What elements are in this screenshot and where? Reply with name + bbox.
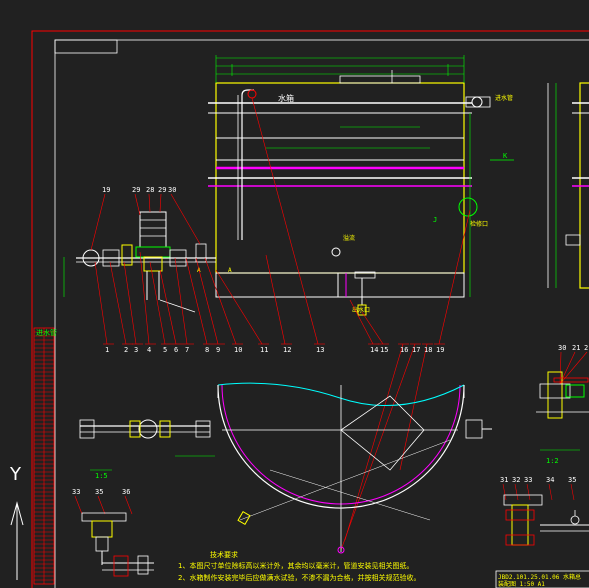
part-number-3: 3 bbox=[134, 346, 138, 354]
detail-bottom-right-label-0: 31 bbox=[500, 476, 508, 484]
detail-bottom-left: 1:5 bbox=[81, 469, 154, 577]
part-number-8: 8 bbox=[205, 346, 209, 354]
detail-right-label-0: 30 bbox=[558, 344, 566, 352]
part-number-2: 2 bbox=[124, 346, 128, 354]
detail-right-label-1: 21 bbox=[572, 344, 580, 352]
top-part-number-0: 19 bbox=[102, 186, 110, 194]
part-number-4: 4 bbox=[147, 346, 151, 354]
part-number-5: 5 bbox=[163, 346, 167, 354]
title-block-line-1: JBD2.101.25.01.06 水箱总 bbox=[498, 573, 581, 581]
top-part-number-1: 29 bbox=[132, 186, 140, 194]
part-number-7: 7 bbox=[185, 346, 189, 354]
title-block: JBD2.101.25.01.06 水箱总 装配图 1:50 A1 bbox=[495, 570, 589, 588]
detail-mark: J bbox=[433, 216, 437, 224]
svg-text:1:5: 1:5 bbox=[95, 472, 108, 480]
pump-assembly: A A bbox=[76, 211, 232, 313]
part-number-9: 9 bbox=[216, 346, 220, 354]
part-number-17: 17 bbox=[412, 346, 420, 354]
note-2: 2、水箱制作安装完毕后应做满水试验，不渗不漏为合格，并按相关规范验收。 bbox=[178, 573, 420, 582]
notes-title: 技术要求 bbox=[210, 550, 238, 559]
part-number-13: 13 bbox=[316, 346, 324, 354]
side-elevation bbox=[547, 82, 589, 289]
detail-valve-bottom-right bbox=[503, 494, 589, 546]
part-number-19: 19 bbox=[436, 346, 444, 354]
tank-plan-view bbox=[79, 382, 492, 554]
cad-drawing-canvas: 进水管 Y 水箱 溢流 出水口 进水管 J 检修口 K A A 1 2 3 4 … bbox=[9, 30, 589, 588]
right-label: 进水管 bbox=[495, 94, 513, 102]
detail-bottom-right-label-1: 32 bbox=[512, 476, 520, 484]
part-number-11: 11 bbox=[260, 346, 268, 354]
part-number-18: 18 bbox=[424, 346, 432, 354]
legend-left: 进水管 bbox=[36, 328, 57, 337]
top-part-number-4: 30 bbox=[168, 186, 176, 194]
tank-label-top: 水箱 bbox=[278, 93, 294, 103]
part-number-14: 14 bbox=[370, 346, 378, 354]
outlet-label: 出水口 bbox=[352, 306, 370, 314]
part-number-15: 15 bbox=[380, 346, 388, 354]
svg-text:A: A bbox=[228, 267, 232, 274]
axis-y-label: Y bbox=[9, 464, 22, 485]
top-part-number-2: 28 bbox=[146, 186, 154, 194]
detail-bottom-right-label-2: 33 bbox=[524, 476, 532, 484]
technical-notes: 技术要求 1、本图尺寸单位除标高以米计外，其余均以毫米计，管道安装见相关图纸。 … bbox=[178, 550, 420, 582]
detail-bottom-right-label-3: 34 bbox=[546, 476, 554, 484]
detail-bottom-left-label-1: 35 bbox=[95, 488, 103, 496]
svg-text:检修口: 检修口 bbox=[470, 220, 488, 228]
title-block-line-2: 装配图 1:50 A1 bbox=[498, 580, 545, 588]
detail-bottom-left-label-0: 33 bbox=[72, 488, 80, 496]
part-number-10: 10 bbox=[234, 346, 242, 354]
tank-label-mid: 溢流 bbox=[343, 234, 355, 242]
binding-margin: 进水管 bbox=[33, 327, 57, 585]
part-number-16: 16 bbox=[400, 346, 408, 354]
axis-indicator: Y bbox=[9, 464, 24, 580]
view-mark: K bbox=[503, 152, 508, 160]
detail-bottom-right-label-4: 35 bbox=[568, 476, 576, 484]
part-number-1: 1 bbox=[105, 346, 109, 354]
note-1: 1、本图尺寸单位除标高以米计外，其余均以毫米计，管道安装见相关图纸。 bbox=[178, 561, 413, 570]
part-number-6: 6 bbox=[174, 346, 178, 354]
tank-elevation: 水箱 溢流 出水口 进水管 J 检修口 K bbox=[208, 70, 514, 316]
part-number-12: 12 bbox=[283, 346, 291, 354]
detail-right-label-2: 21 bbox=[584, 344, 589, 352]
top-part-number-3: 29 bbox=[158, 186, 166, 194]
svg-text:1:2: 1:2 bbox=[546, 457, 559, 465]
detail-flange-right: 1:2 bbox=[536, 371, 589, 465]
detail-bottom-left-label-2: 36 bbox=[122, 488, 130, 496]
leader-lines: 1 2 3 4 5 6 7 8 9 10 11 12 13 14 15 16 17 18 1919 29 28 29 303… bbox=[72, 97, 589, 551]
